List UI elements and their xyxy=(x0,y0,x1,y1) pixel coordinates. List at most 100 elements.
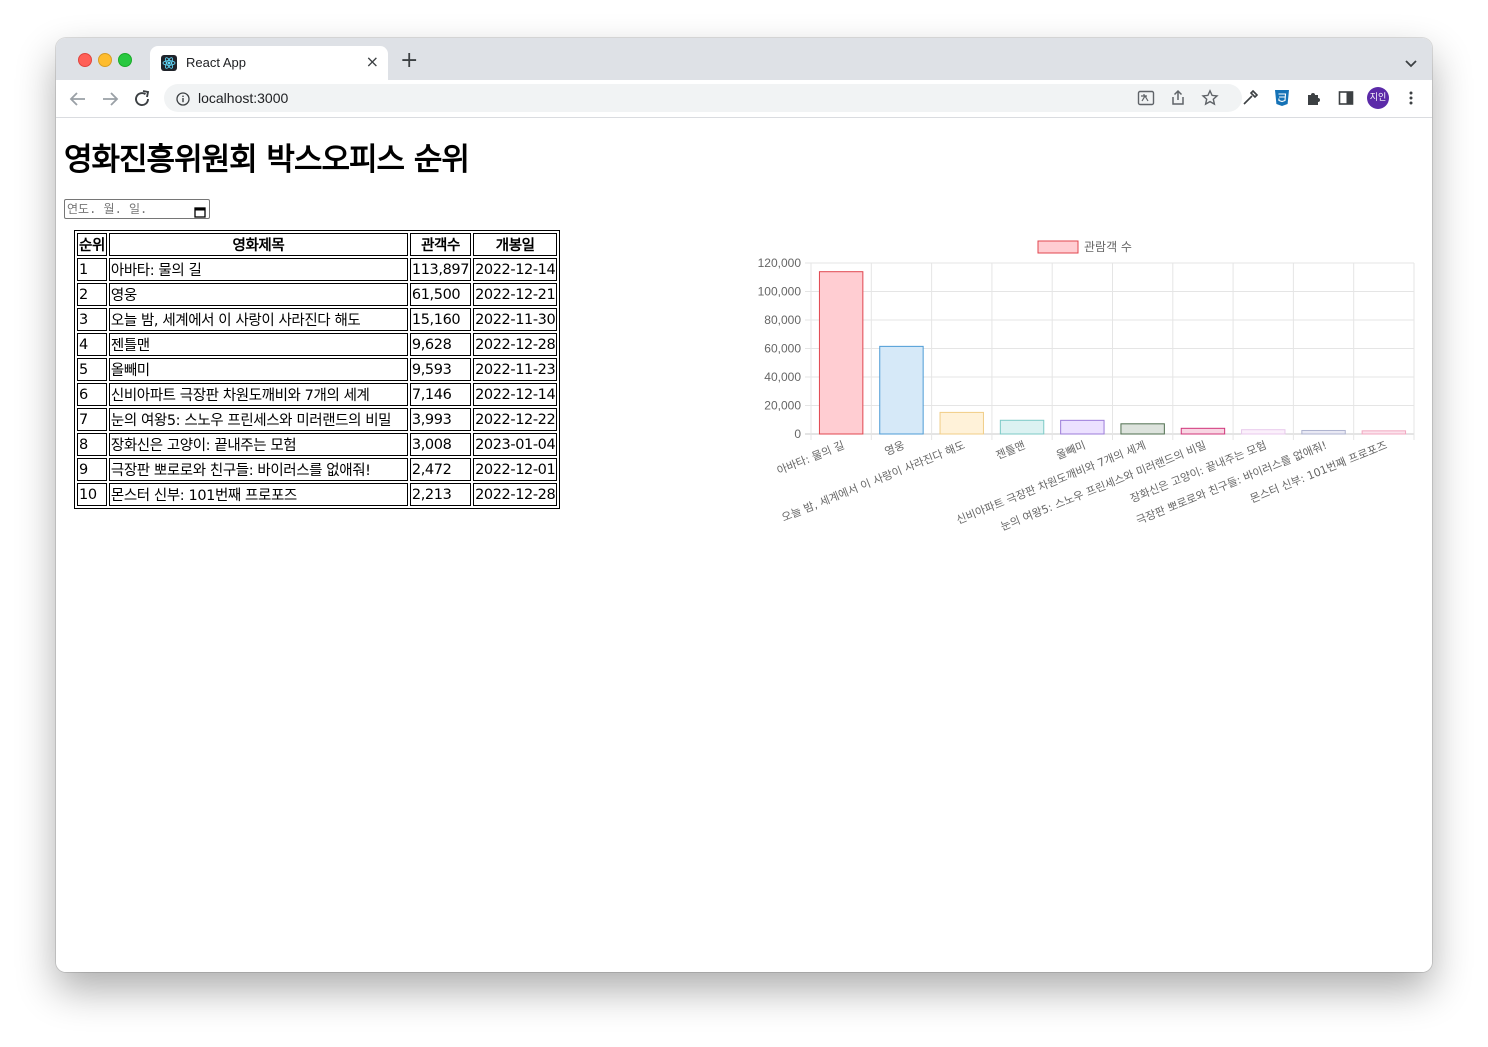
page-title: 영화진흥위원회 박스오피스 순위 xyxy=(64,142,470,178)
title-cell: 영웅 xyxy=(108,283,408,306)
tab-react-app[interactable]: React App × xyxy=(150,46,388,80)
bar xyxy=(939,411,984,435)
open-date-cell: 2022-12-28 xyxy=(473,483,558,506)
side-panel-icon[interactable] xyxy=(1337,89,1355,107)
y-tick-label: 80,000 xyxy=(764,313,801,327)
bar xyxy=(1361,430,1407,435)
translate-icon[interactable] xyxy=(1137,89,1155,107)
bar xyxy=(1301,429,1346,435)
audience-cell: 9,593 xyxy=(409,358,472,381)
bookmark-star-icon[interactable] xyxy=(1201,89,1219,107)
rank-cell: 10 xyxy=(77,483,107,506)
open-date-cell: 2022-12-28 xyxy=(473,333,558,356)
bar xyxy=(1180,427,1226,435)
y-tick-label: 120,000 xyxy=(758,256,802,270)
audience-cell: 15,160 xyxy=(409,308,472,331)
title-cell: 눈의 여왕5: 스노우 프린세스와 미러랜드의 비밀 xyxy=(108,408,408,431)
close-window-button[interactable] xyxy=(78,53,92,67)
rank-cell: 4 xyxy=(77,333,107,356)
browser-toolbar: localhost:3000 지인 xyxy=(56,80,1432,118)
table-row: 6 신비아파트 극장판 차원도깨비와 7개의 세계 7,146 2022-12-… xyxy=(77,383,558,406)
audience-cell: 2,213 xyxy=(409,483,472,506)
table-row: 7 눈의 여왕5: 스노우 프린세스와 미러랜드의 비밀 3,993 2022-… xyxy=(77,408,558,431)
x-tick-label: 오늘 밤, 세계에서 이 사랑이 사라진다 해도 xyxy=(779,438,966,525)
info-icon[interactable] xyxy=(176,91,190,110)
rank-cell: 3 xyxy=(77,308,107,331)
x-tick-label: 올빼미 xyxy=(1054,439,1087,462)
audience-cell: 3,993 xyxy=(409,408,472,431)
audience-cell: 7,146 xyxy=(409,383,472,406)
profile-avatar[interactable]: 지인 xyxy=(1367,87,1389,109)
bar xyxy=(1120,423,1165,435)
tab-bar: React App × + xyxy=(56,38,1432,80)
open-date-cell: 2022-11-23 xyxy=(473,358,558,381)
box-office-table: 순위 영화제목 관객수 개봉일 1 아바타: 물의 길 113,897 2022… xyxy=(74,230,561,509)
tab-search-chevron-icon[interactable] xyxy=(1404,54,1418,73)
y-tick-label: 20,000 xyxy=(764,399,801,413)
title-cell: 올빼미 xyxy=(108,358,408,381)
title-cell: 아바타: 물의 길 xyxy=(108,258,408,281)
audience-bar-chart: 관람객 수 0 20,000 40,000 60,000 80,000 100,000 120… xyxy=(758,240,1415,533)
rank-cell: 9 xyxy=(77,458,107,481)
bar xyxy=(879,345,924,435)
url-text: localhost:3000 xyxy=(198,90,289,106)
audience-cell: 2,472 xyxy=(409,458,472,481)
extensions-puzzle-icon[interactable] xyxy=(1305,89,1323,107)
date-input[interactable] xyxy=(67,201,185,217)
audience-cell: 113,897 xyxy=(409,258,472,281)
rank-cell: 8 xyxy=(77,433,107,456)
bar xyxy=(999,419,1045,435)
rank-cell: 1 xyxy=(77,258,107,281)
address-bar[interactable]: localhost:3000 xyxy=(164,84,1242,112)
bar xyxy=(818,271,864,435)
audience-cell: 61,500 xyxy=(409,283,472,306)
zoom-window-button[interactable] xyxy=(118,53,132,67)
table-row: 8 장화신은 고양이: 끝내주는 모험 3,008 2023-01-04 xyxy=(77,433,558,456)
legend-swatch xyxy=(1037,240,1079,254)
table-row: 2 영웅 61,500 2022-12-21 xyxy=(77,283,558,306)
title-cell: 장화신은 고양이: 끝내주는 모험 xyxy=(108,433,408,456)
share-icon[interactable] xyxy=(1169,89,1187,107)
calendar-icon[interactable] xyxy=(194,203,206,222)
new-tab-button[interactable]: + xyxy=(400,48,418,73)
header-audience: 관객수 xyxy=(409,233,472,256)
forward-arrow-icon[interactable] xyxy=(98,87,122,111)
browser-window: React App × + localhost:3000 지인 영화진흥위원회 … xyxy=(56,38,1432,972)
open-date-cell: 2022-12-14 xyxy=(473,258,558,281)
minimize-window-button[interactable] xyxy=(98,53,112,67)
legend-label: 관람객 수 xyxy=(1084,240,1132,254)
react-logo-icon xyxy=(161,55,177,71)
table-row: 10 몬스터 신부: 101번째 프로포즈 2,213 2022-12-28 xyxy=(77,483,558,506)
y-tick-label: 60,000 xyxy=(764,342,801,356)
rank-cell: 6 xyxy=(77,383,107,406)
page-content: 영화진흥위원회 박스오피스 순위 순위 영화제목 관객수 개봉일 1 아바타: … xyxy=(56,118,1432,972)
table-header-row: 순위 영화제목 관객수 개봉일 xyxy=(77,233,558,256)
css-extension-icon[interactable] xyxy=(1273,89,1291,107)
eyedropper-extension-icon[interactable] xyxy=(1241,89,1259,107)
tab-close-icon[interactable]: × xyxy=(366,52,379,71)
table-row: 1 아바타: 물의 길 113,897 2022-12-14 xyxy=(77,258,558,281)
open-date-cell: 2022-12-14 xyxy=(473,383,558,406)
table-row: 3 오늘 밤, 세계에서 이 사랑이 사라진다 해도 15,160 2022-1… xyxy=(77,308,558,331)
title-cell: 오늘 밤, 세계에서 이 사랑이 사라진다 해도 xyxy=(108,308,408,331)
more-menu-icon[interactable] xyxy=(1402,89,1420,107)
back-arrow-icon[interactable] xyxy=(66,87,90,111)
rank-cell: 5 xyxy=(77,358,107,381)
title-cell: 신비아파트 극장판 차원도깨비와 7개의 세계 xyxy=(108,383,408,406)
open-date-cell: 2022-12-21 xyxy=(473,283,558,306)
open-date-cell: 2023-01-04 xyxy=(473,433,558,456)
rank-cell: 2 xyxy=(77,283,107,306)
reload-icon[interactable] xyxy=(130,87,154,111)
open-date-cell: 2022-11-30 xyxy=(473,308,558,331)
open-date-cell: 2022-12-01 xyxy=(473,458,558,481)
title-cell: 몬스터 신부: 101번째 프로포즈 xyxy=(108,483,408,506)
audience-cell: 3,008 xyxy=(409,433,472,456)
open-date-cell: 2022-12-22 xyxy=(473,408,558,431)
rank-cell: 7 xyxy=(77,408,107,431)
tab-title: React App xyxy=(186,55,246,70)
bar xyxy=(1241,429,1286,435)
date-picker[interactable] xyxy=(64,199,210,219)
header-open-date: 개봉일 xyxy=(473,233,558,256)
x-tick-label: 젠틀맨 xyxy=(994,439,1027,462)
header-rank: 순위 xyxy=(77,233,107,256)
